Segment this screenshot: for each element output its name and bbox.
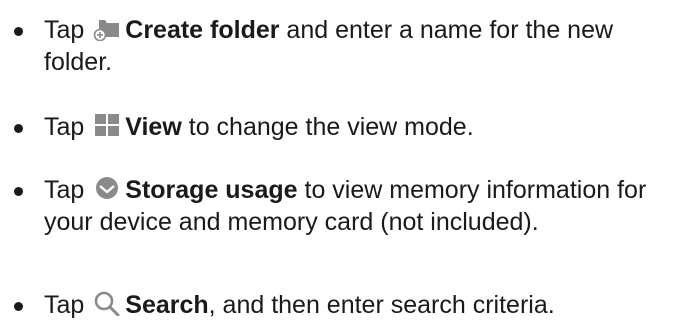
tap-text: Tap [44,291,85,319]
bullet [14,27,23,36]
list-item-search: Tap Search, and then enter search criter… [14,289,684,321]
item-description: , and then enter search criteria. [208,291,555,319]
view-term: View [125,113,182,141]
storage-usage-icon [93,175,121,201]
view-grid-icon [93,112,121,138]
list-item-view: Tap View to change the view mode. [14,111,684,143]
bullet [14,187,23,196]
search-icon [93,290,121,316]
list-item-storage-usage: Tap Storage usage to view memory informa… [14,174,684,238]
search-term: Search [125,291,209,319]
tap-text: Tap [44,176,85,204]
create-folder-term: Create folder [125,16,280,44]
tap-text: Tap [44,16,85,44]
bullet [14,124,23,133]
tap-text: Tap [44,113,85,141]
storage-usage-term: Storage usage [125,176,298,204]
list-item-create-folder: Tap Create folder and enter a name for t… [14,14,684,78]
item-description: to change the view mode. [181,113,474,141]
create-folder-icon [93,15,121,41]
bullet [14,302,23,311]
